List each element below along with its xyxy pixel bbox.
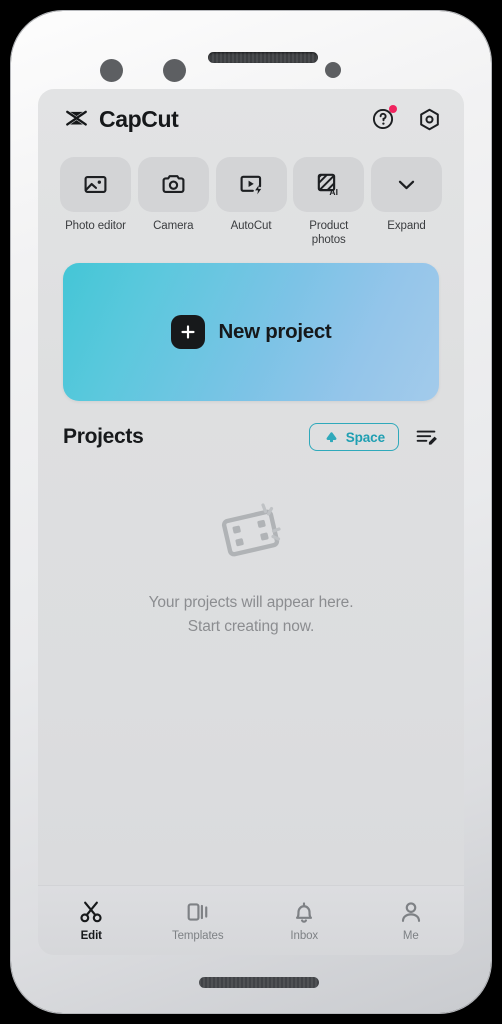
nav-item-me[interactable]: Me	[358, 899, 465, 942]
tool-photo-editor[interactable]: Photo editor	[60, 157, 131, 247]
tool-expand[interactable]: Expand	[371, 157, 442, 247]
phone-frame: CapCut Photo editor Camera AutoCut AI Pr…	[11, 11, 491, 1013]
film-strip-icon	[213, 499, 289, 569]
scissors-icon	[78, 899, 104, 925]
tool-label: Camera	[153, 220, 194, 232]
svg-text:AI: AI	[330, 187, 339, 197]
cloud-icon	[323, 429, 340, 446]
plus-icon	[170, 315, 205, 350]
projects-title: Projects	[63, 425, 144, 449]
tool-tile	[137, 157, 209, 212]
empty-state-text: Your projects will appear here. Start cr…	[149, 591, 354, 638]
image-edit-icon	[82, 171, 109, 198]
camera-dot-2	[163, 59, 186, 82]
tool-label: AutoCut	[230, 220, 272, 232]
new-project-label: New project	[218, 320, 332, 344]
earpiece-speaker	[208, 52, 318, 63]
templates-icon	[185, 899, 211, 925]
brand-name: CapCut	[99, 105, 179, 132]
help-badge-dot	[389, 105, 397, 113]
tool-label: Product photos	[309, 220, 349, 247]
app-header: CapCut	[38, 89, 464, 149]
space-label: Space	[345, 429, 385, 445]
bell-icon	[291, 899, 317, 925]
nav-label: Me	[402, 930, 419, 942]
tool-label: Expand	[387, 220, 426, 232]
tool-tile	[215, 157, 287, 212]
quick-tools-row: Photo editor Camera AutoCut AI Product p…	[38, 149, 464, 247]
tool-tile	[371, 157, 442, 212]
bottom-nav: Edit Templates Inbox Me	[38, 885, 464, 955]
nav-item-edit[interactable]: Edit	[38, 899, 145, 942]
bottom-speaker	[199, 977, 319, 988]
help-circle-icon[interactable]	[370, 105, 397, 132]
hexagon-settings-icon[interactable]	[416, 106, 442, 132]
projects-empty-state: Your projects will appear here. Start cr…	[38, 451, 464, 885]
tool-tile	[60, 157, 131, 212]
list-edit-icon[interactable]	[413, 424, 439, 450]
app-screen: CapCut Photo editor Camera AutoCut AI Pr…	[38, 89, 464, 955]
header-actions	[370, 105, 442, 132]
empty-line-1: Your projects will appear here.	[148, 594, 354, 612]
capcut-logo-icon	[63, 106, 90, 133]
ai-square-icon: AI	[315, 171, 342, 198]
tool-label: Photo editor	[65, 220, 126, 232]
camera-icon	[160, 171, 187, 198]
tool-camera[interactable]: Camera	[137, 157, 209, 247]
camera-dot-3	[325, 62, 341, 78]
brand: CapCut	[63, 105, 179, 133]
chevron-down-icon	[393, 171, 420, 198]
projects-bar: Projects Space	[38, 401, 464, 452]
tool-autocut[interactable]: AutoCut	[215, 157, 287, 247]
video-flash-icon	[238, 171, 265, 198]
person-icon	[398, 899, 424, 925]
nav-label: Edit	[80, 930, 102, 942]
empty-line-2: Start creating now.	[187, 617, 315, 635]
nav-item-inbox[interactable]: Inbox	[251, 899, 358, 942]
phone-top-bezel	[11, 11, 491, 95]
nav-label: Inbox	[290, 930, 319, 942]
tool-product-photos[interactable]: AI Product photos	[293, 157, 365, 247]
camera-dot-1	[100, 59, 123, 82]
nav-item-templates[interactable]: Templates	[145, 899, 252, 942]
nav-label: Templates	[171, 930, 224, 942]
new-project-banner-wrap: New project	[38, 247, 464, 402]
tool-tile: AI	[293, 157, 365, 212]
new-project-button[interactable]: New project	[63, 263, 439, 402]
space-button[interactable]: Space	[308, 423, 399, 452]
